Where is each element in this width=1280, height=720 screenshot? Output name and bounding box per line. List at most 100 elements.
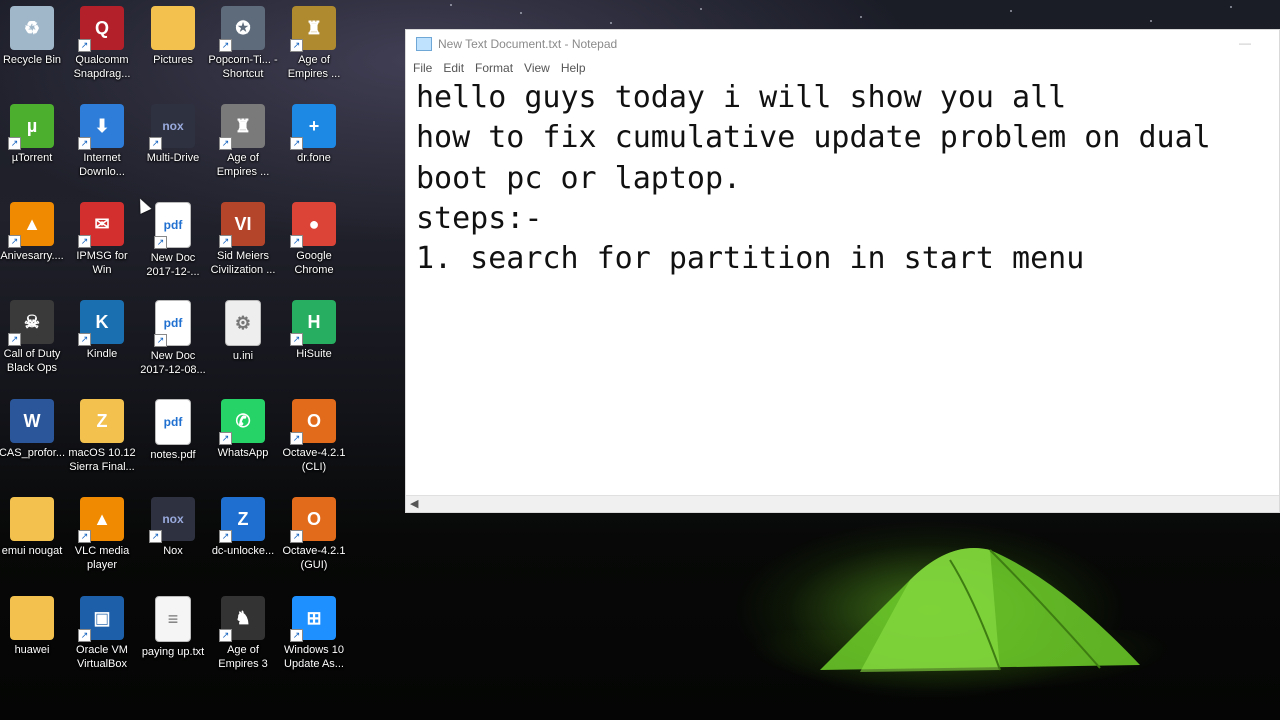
desktop-icon[interactable]: ☠ Call of Duty Black Ops	[0, 300, 68, 375]
desktop-icon[interactable]: ▣ Oracle VM VirtualBox	[66, 596, 138, 671]
desktop-icon[interactable]: huawei	[0, 596, 68, 658]
desktop-icon[interactable]: ⬇ Internet Downlo...	[66, 104, 138, 179]
pdf-icon: pdf	[154, 202, 191, 249]
desktop-icon[interactable]: ⊞ Windows 10 Update As...	[278, 596, 350, 671]
desktop-icon[interactable]: ♜ Age of Empires ...	[278, 6, 350, 81]
desktop-icon[interactable]: Pictures	[137, 6, 209, 68]
age-of-empires-3-icon: ♞	[219, 596, 265, 642]
minimize-button[interactable]: —	[1239, 36, 1251, 50]
word-doc-icon: W	[10, 399, 54, 443]
kindle-icon: K	[78, 300, 124, 346]
desktop-icon[interactable]: nox Multi-Drive	[137, 104, 209, 166]
desktop-icon[interactable]: µ µTorrent	[0, 104, 68, 166]
age-of-empires-3-glyph: ♞	[234, 607, 252, 628]
desktop-icon-label: Age of Empires 3	[218, 644, 268, 670]
horizontal-scrollbar[interactable]: ◀	[406, 495, 1279, 512]
desktop-icon-label: u.ini	[232, 350, 254, 362]
desktop-icon-label: emui nougat	[1, 545, 63, 557]
desktop-icon[interactable]: ✪ Popcorn-Ti... - Shortcut	[207, 6, 279, 81]
chrome-icon: ●	[290, 202, 336, 248]
desktop-icon[interactable]: ▲ VLC media player	[66, 497, 138, 572]
age-of-empires-glyph: ♜	[305, 17, 323, 38]
notepad-title-bar[interactable]: New Text Document.txt - Notepad	[406, 30, 1279, 58]
desktop-icon[interactable]: ♻ Recycle Bin	[0, 6, 68, 68]
menu-edit[interactable]: Edit	[442, 61, 472, 75]
nox-glyph: nox	[162, 512, 184, 526]
desktop-icon[interactable]: ≡ paying up.txt	[137, 596, 209, 660]
scroll-left-icon[interactable]: ◀	[410, 497, 418, 510]
vlc-icon: ▲	[78, 497, 124, 543]
desktop-icon[interactable]: nox Nox	[137, 497, 209, 559]
desktop-icon[interactable]: pdf New Doc 2017-12-...	[137, 202, 209, 279]
age-of-empires-icon: ♜	[290, 6, 336, 52]
desktop-icon[interactable]: ⚙ u.ini	[207, 300, 279, 364]
desktop-icon[interactable]: Zdc-unlocke...	[207, 497, 279, 559]
drfone-glyph: +	[308, 115, 320, 136]
tent-illustration	[820, 548, 1140, 672]
desktop-icon[interactable]: ▲ Anivesarry....	[0, 202, 68, 264]
desktop-icon-label: Popcorn-Ti... - Shortcut	[208, 54, 278, 80]
menu-file[interactable]: File	[412, 61, 440, 75]
desktop-icon-label: Sid Meiers Civilization ...	[210, 250, 276, 276]
archive-icon: Z	[219, 497, 265, 543]
whatsapp-icon: ✆	[219, 399, 265, 445]
desktop-icon-label: HiSuite	[296, 348, 332, 360]
whatsapp-glyph: ✆	[235, 410, 251, 431]
text-editor-area[interactable]: hello guys today i will show you all how…	[416, 78, 1269, 279]
desktop-icon-label: Multi-Drive	[146, 152, 200, 164]
menu-format[interactable]: Format	[474, 61, 521, 75]
desktop-icon-label: Kindle	[86, 348, 118, 360]
desktop-icon[interactable]: VI Sid Meiers Civilization ...	[207, 202, 279, 277]
desktop-icon[interactable]: ✉ IPMSG for Win	[66, 202, 138, 277]
desktop-icon[interactable]: ZmacOS 10.12 Sierra Final...	[66, 399, 138, 474]
pdf-glyph: pdf	[163, 415, 183, 429]
notepad-window[interactable]: New Text Document.txt - Notepad — File E…	[405, 29, 1280, 513]
desktop-icon[interactable]: W CAS_profor...	[0, 399, 68, 461]
desktop-icon[interactable]: K Kindle	[66, 300, 138, 362]
desktop-icon-label: macOS 10.12 Sierra Final...	[68, 447, 136, 473]
desktop-icon-label: Call of Duty Black Ops	[3, 348, 61, 374]
kindle-glyph: K	[95, 311, 109, 332]
notepad-icon	[416, 37, 432, 51]
desktop-icon[interactable]: emui nougat	[0, 497, 68, 559]
settings-file-glyph: ⚙	[234, 312, 252, 333]
internet-download-manager-glyph: ⬇	[94, 115, 110, 136]
desktop-icon-label: Recycle Bin	[2, 54, 62, 66]
utorrent-glyph: µ	[26, 115, 38, 136]
desktop-icon-label: CAS_profor...	[0, 447, 66, 459]
menu-bar: File Edit Format View Help	[406, 58, 1279, 78]
word-doc-glyph: W	[23, 410, 41, 431]
desktop-icon[interactable]: O Octave-4.2.1 (GUI)	[278, 497, 350, 572]
menu-view[interactable]: View	[523, 61, 558, 75]
desktop-icon-label: Octave-4.2.1 (CLI)	[282, 447, 346, 473]
desktop-icon-label: dr.fone	[297, 152, 331, 164]
menu-help[interactable]: Help	[560, 61, 594, 75]
desktop-icon[interactable]: + dr.fone	[278, 104, 350, 166]
desktop-icon[interactable]: ✆ WhatsApp	[207, 399, 279, 461]
desktop-icon-label: notes.pdf	[150, 449, 196, 461]
desktop-icon-label: VLC media player	[74, 545, 130, 571]
ipmsg-icon: ✉	[78, 202, 124, 248]
zip-folder-icon: Z	[80, 399, 124, 443]
desktop-icon[interactable]: ♜ Age of Empires ...	[207, 104, 279, 179]
desktop-icon-label: New Doc 2017-12-...	[146, 252, 200, 278]
desktop-icon[interactable]: ● Google Chrome	[278, 202, 350, 277]
desktop-icon[interactable]: pdf New Doc 2017-12-08...	[137, 300, 209, 377]
folder-icon	[10, 497, 54, 541]
call-of-duty-icon: ☠	[8, 300, 54, 346]
desktop-icon-label: dc-unlocke...	[211, 545, 275, 557]
folder-glyph	[10, 596, 54, 640]
internet-download-manager-icon: ⬇	[78, 104, 124, 150]
desktop-icon[interactable]: pdf notes.pdf	[137, 399, 209, 463]
recycle-bin-glyph: ♻	[23, 17, 41, 38]
desktop-icon[interactable]: Q Qualcomm Snapdrag...	[66, 6, 138, 81]
desktop-icon[interactable]: ♞ Age of Empires 3	[207, 596, 279, 671]
chrome-glyph: ●	[308, 213, 320, 234]
settings-file-icon: ⚙	[225, 300, 261, 346]
desktop-icon[interactable]: O Octave-4.2.1 (CLI)	[278, 399, 350, 474]
utorrent-icon: µ	[8, 104, 54, 150]
nox-glyph: nox	[162, 119, 184, 133]
desktop-icon[interactable]: H HiSuite	[278, 300, 350, 362]
virtualbox-glyph: ▣	[93, 607, 111, 628]
folder-icon	[10, 596, 54, 640]
